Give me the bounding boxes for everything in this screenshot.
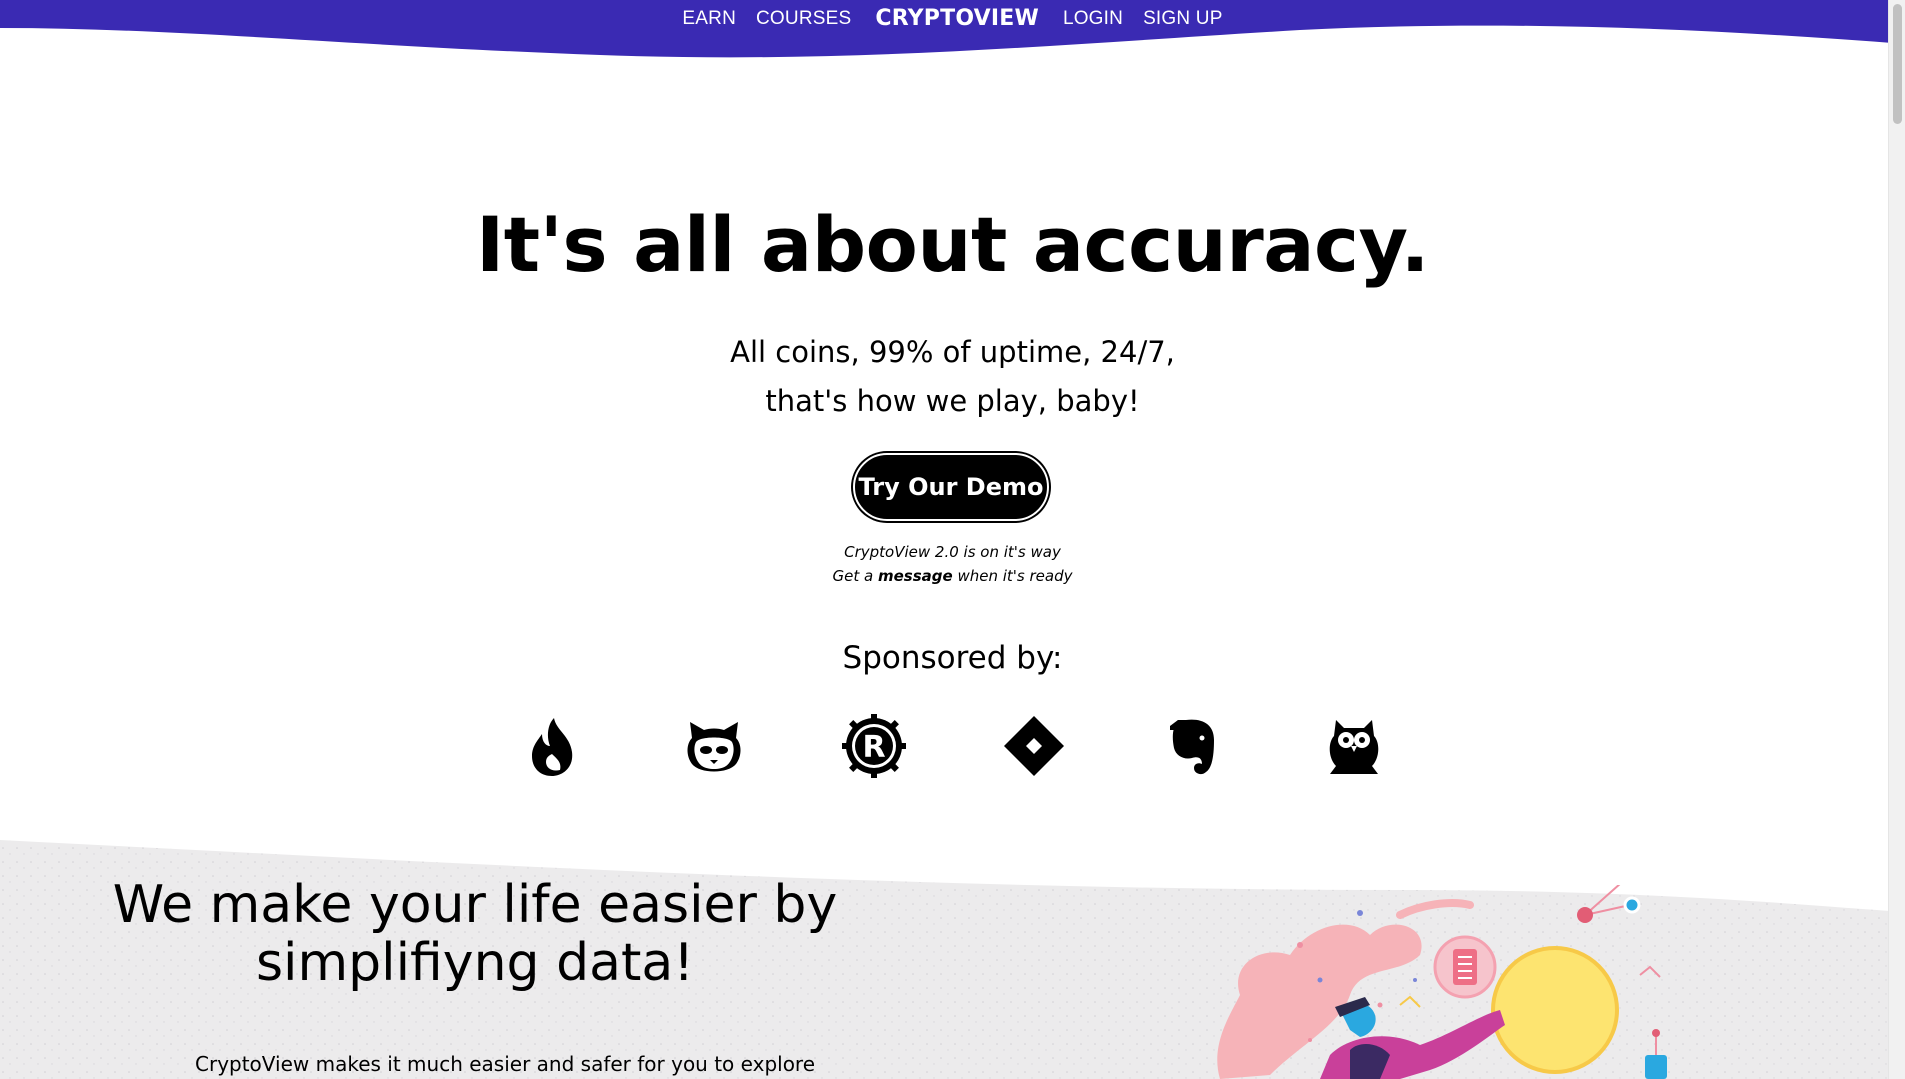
owl-logo-icon[interactable] — [1320, 712, 1388, 780]
features-title: We make your life easier by simplifiyng … — [100, 876, 850, 992]
sponsored-heading: Sponsored by: — [842, 640, 1063, 676]
release-note-line1: CryptoView 2.0 is on it's way — [844, 543, 1061, 561]
try-demo-button[interactable]: Try Our Demo — [853, 453, 1049, 521]
evernote-elephant-icon[interactable] — [1160, 712, 1228, 780]
page-scrollbar[interactable] — [1888, 0, 1905, 1079]
top-nav: EARN COURSES CRYPTOVIEW LOGIN SIGN UP — [0, 6, 1905, 31]
release-note-line2: Get a message when it's ready — [0, 564, 1905, 588]
svg-text:R: R — [862, 730, 885, 765]
napster-cat-icon[interactable] — [680, 712, 748, 780]
release-note: CryptoView 2.0 is on it's way Get a mess… — [0, 540, 1905, 588]
hero-title: It's all about accuracy. — [476, 200, 1429, 289]
nav-signup-link[interactable]: SIGN UP — [1143, 8, 1223, 30]
release-note-suffix: when it's ready — [952, 567, 1073, 585]
features-title-line1: We make your life easier by — [112, 875, 838, 935]
diamond-logo-icon[interactable] — [1000, 712, 1068, 780]
nav-courses-link[interactable]: COURSES — [756, 8, 851, 30]
hero-subtitle-line2: that's how we play, baby! — [765, 384, 1140, 418]
nav-earn-link[interactable]: EARN — [682, 8, 736, 30]
tinder-flame-icon[interactable] — [520, 712, 588, 780]
rust-gear-icon[interactable]: R — [840, 712, 908, 780]
features-description: CryptoView makes it much easier and safe… — [195, 1052, 816, 1076]
release-note-prefix: Get a — [832, 567, 878, 585]
sponsor-logos: R — [520, 712, 1385, 780]
data-person-illustration — [1217, 885, 1667, 1079]
nav-brand-link[interactable]: CRYPTOVIEW — [875, 6, 1039, 31]
message-link[interactable]: message — [878, 567, 953, 585]
nav-login-link[interactable]: LOGIN — [1063, 8, 1123, 30]
features-title-line2: simplifiyng data! — [255, 933, 695, 993]
hero-subtitle-line1: All coins, 99% of uptime, 24/7, — [730, 335, 1175, 369]
hero-subtitle: All coins, 99% of uptime, 24/7, that's h… — [0, 328, 1905, 426]
